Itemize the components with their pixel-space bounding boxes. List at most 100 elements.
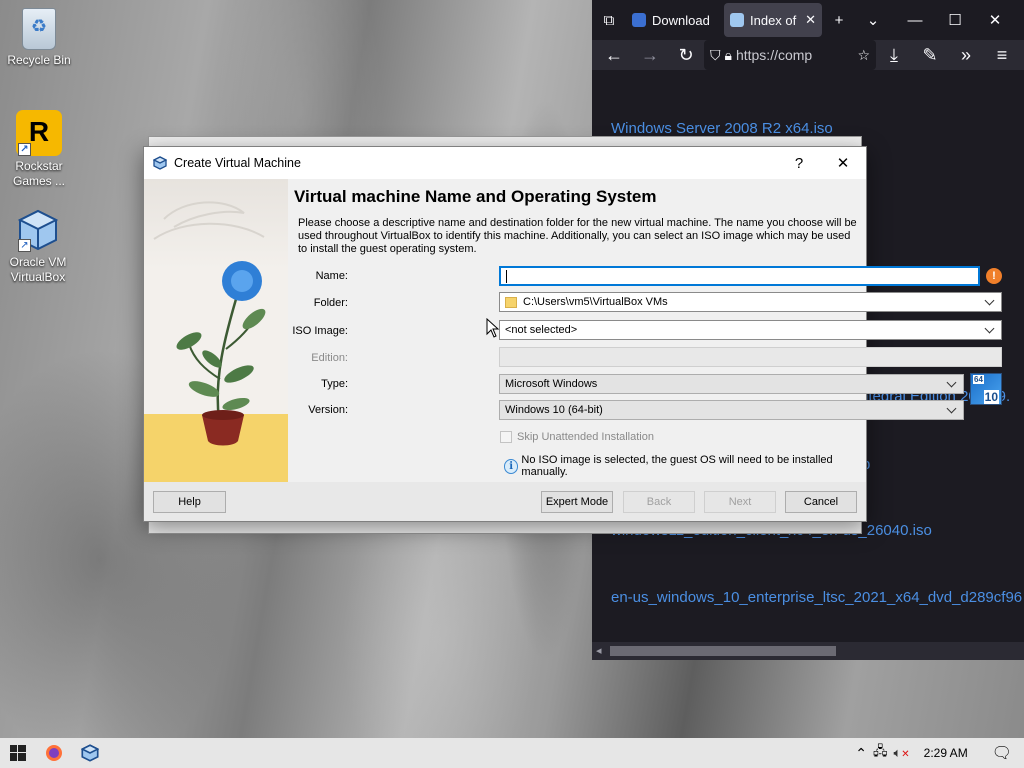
info-message: No ISO image is selected, the guest OS w… [521, 454, 833, 478]
tab-label: Download [652, 12, 710, 28]
plant-illustration [153, 201, 266, 446]
shortcut-arrow-icon: ↗ [18, 143, 31, 156]
firefox-taskbar-icon[interactable] [36, 738, 72, 768]
tab-list-icon[interactable]: ⧉ [592, 0, 626, 40]
recycle-bin-icon[interactable]: Recycle Bin [1, 8, 77, 68]
download-icon[interactable]: ⤓ [876, 40, 912, 70]
back-arrow-icon[interactable]: ← [596, 40, 632, 70]
type-select[interactable]: Microsoft Windows [499, 374, 964, 394]
url-bar[interactable]: ⛉ 🔒︎ https://comp ☆ [704, 40, 876, 70]
tab-label: Index of [750, 12, 797, 28]
lock-icon[interactable]: 🔒︎ [725, 47, 732, 64]
new-tab-icon[interactable]: + [822, 0, 856, 40]
chevron-up-icon[interactable]: ⌃ [855, 745, 867, 762]
url-text: https://comp [735, 47, 813, 63]
help-button[interactable]: Help [153, 491, 226, 513]
volume-muted-icon[interactable]: 🔈︎✕ [893, 745, 909, 761]
favicon-icon [632, 13, 646, 27]
virtualbox-cube-icon: ↗ [16, 208, 60, 252]
close-tab-icon[interactable]: ✕ [805, 12, 816, 28]
virtualbox-cube-icon [81, 744, 99, 762]
rockstar-games-label: Rockstar Games ... [12, 159, 65, 188]
name-label: Name: [315, 270, 348, 282]
chevron-down-icon[interactable] [985, 325, 995, 335]
star-icon[interactable]: ☆ [857, 47, 870, 64]
version-select[interactable]: Windows 10 (64-bit) [499, 400, 964, 420]
favicon-icon [730, 13, 744, 27]
nav-bar: ← → ↻ ⛉ 🔒︎ https://comp ☆ ⤓ ✎ » ≡ [592, 40, 1024, 70]
shortcut-arrow-icon: ↗ [18, 239, 31, 252]
menu-icon[interactable]: ≡ [984, 40, 1020, 70]
button-bar: Help Expert Mode Back Next Cancel [144, 482, 866, 521]
clock[interactable]: 2:29 AM [924, 746, 968, 760]
rockstar-games-icon[interactable]: R ↗ Rockstar Games ... [1, 110, 77, 189]
forward-arrow-icon[interactable]: → [632, 40, 668, 70]
cancel-button[interactable]: Cancel [785, 491, 857, 513]
iso-label: ISO Image: [292, 325, 348, 337]
type-label: Type: [321, 378, 348, 390]
iso-select[interactable]: <not selected> [499, 320, 1002, 340]
scroll-left-icon[interactable]: ◂ [596, 644, 602, 657]
recycle-bin-label: Recycle Bin [7, 53, 71, 67]
back-button[interactable]: Back [623, 491, 695, 513]
dialog-titlebar: Create Virtual Machine ? ✕ [144, 147, 866, 179]
type-value: Microsoft Windows [505, 378, 598, 390]
windows-os-icon: 64 10 [970, 373, 1002, 405]
warning-icon: ! [986, 268, 1002, 284]
skip-unattended-checkbox[interactable] [500, 431, 512, 443]
skip-unattended-label: Skip Unattended Installation [517, 431, 654, 443]
horizontal-scrollbar[interactable]: ◂ [592, 642, 1024, 660]
virtualbox-desktop-icon[interactable]: ↗ Oracle VM VirtualBox [0, 208, 76, 285]
page-title: Virtual machine Name and Operating Syste… [294, 187, 657, 206]
help-question-icon[interactable]: ? [776, 147, 822, 179]
dialog-content: Virtual machine Name and Operating Syste… [288, 179, 1002, 482]
info-message-row: i No ISO image is selected, the guest OS… [504, 454, 866, 478]
close-window-icon[interactable]: ✕ [978, 0, 1012, 40]
text-caret [506, 269, 507, 283]
edition-label: Edition: [311, 352, 348, 364]
network-icon[interactable]: 🖧︎ [873, 742, 888, 764]
chevron-down-icon[interactable]: ⌄ [856, 0, 890, 40]
expert-mode-button[interactable]: Expert Mode [541, 491, 613, 513]
version-label: Version: [308, 404, 348, 416]
os-badge-bottom: 10 [983, 390, 999, 404]
iso-link[interactable]: Windows Server 2008 R2 x64.iso [611, 120, 833, 137]
minimize-icon[interactable]: — [898, 0, 932, 40]
iso-value: <not selected> [505, 324, 578, 336]
chevron-down-icon[interactable] [947, 379, 957, 389]
create-vm-dialog: Create Virtual Machine ? ✕ Virtual machi… [143, 146, 1002, 522]
chevron-down-icon[interactable] [985, 297, 995, 307]
reload-icon[interactable]: ↻ [668, 40, 704, 70]
iso-link[interactable]: en-us_windows_10_enterprise_ltsc_2021_x6… [611, 589, 1022, 606]
close-icon[interactable]: ✕ [820, 147, 866, 179]
chevron-down-icon[interactable] [947, 405, 957, 415]
start-button[interactable] [0, 738, 36, 768]
system-tray: ⌃ 🖧︎ 🔈︎✕ 2:29 AM 🗨︎ [855, 738, 1024, 768]
os-badge-top: 64 [973, 375, 984, 384]
overflow-icon[interactable]: » [948, 40, 984, 70]
notification-icon[interactable]: 🗨︎ [992, 743, 1012, 763]
taskbar: ⌃ 🖧︎ 🔈︎✕ 2:29 AM 🗨︎ [0, 738, 1024, 768]
virtualbox-taskbar-icon[interactable] [72, 738, 108, 768]
tab-download[interactable]: Download [626, 3, 724, 37]
trash-icon [22, 8, 56, 50]
virtualbox-desktop-label: Oracle VM VirtualBox [9, 255, 67, 284]
folder-select[interactable]: C:\Users\vm5\VirtualBox VMs [499, 292, 1002, 312]
wizard-illustration [144, 179, 288, 482]
firefox-icon [46, 745, 62, 761]
version-value: Windows 10 (64-bit) [505, 404, 603, 416]
next-button[interactable]: Next [704, 491, 776, 513]
scrollbar-thumb[interactable] [610, 646, 836, 656]
name-input[interactable] [499, 266, 980, 286]
virtualbox-cube-icon [153, 156, 167, 170]
folder-icon [505, 296, 517, 308]
rockstar-logo-icon: R ↗ [16, 110, 62, 156]
skip-unattended-row[interactable]: Skip Unattended Installation [500, 431, 654, 443]
folder-value: C:\Users\vm5\VirtualBox VMs [523, 296, 668, 308]
maximize-icon[interactable]: ☐ [938, 0, 972, 40]
extensions-icon[interactable]: ✎ [912, 40, 948, 70]
shield-icon[interactable]: ⛉ [710, 47, 721, 64]
tab-index-of[interactable]: Index of ✕ [724, 3, 822, 37]
dialog-title: Create Virtual Machine [174, 156, 301, 170]
mouse-cursor-icon [486, 318, 500, 338]
